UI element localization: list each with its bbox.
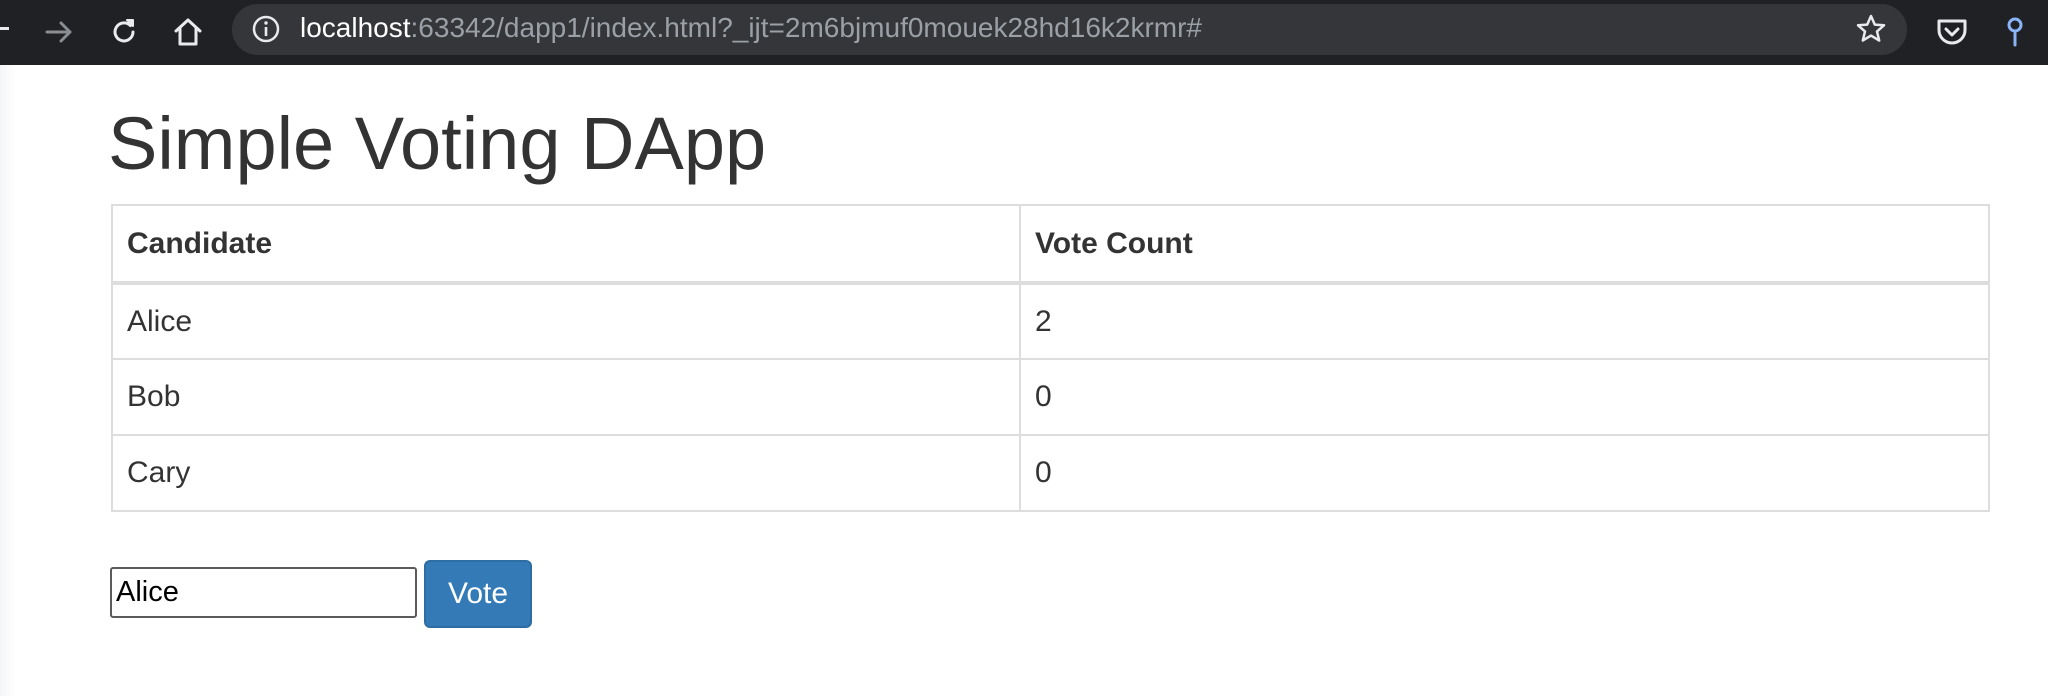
table-row: Cary 0 bbox=[111, 434, 1990, 512]
candidate-input[interactable] bbox=[110, 567, 417, 618]
pocket-icon[interactable] bbox=[1930, 10, 1974, 54]
candidate-name: Cary bbox=[111, 434, 1021, 512]
vote-count: 0 bbox=[1019, 434, 1990, 512]
candidate-name: Alice bbox=[111, 282, 1021, 360]
candidates-table: Candidate Vote Count Alice 2 Bob 0 Cary … bbox=[111, 204, 1990, 512]
back-icon[interactable] bbox=[0, 27, 9, 30]
forward-icon[interactable] bbox=[37, 10, 81, 54]
browser-toolbar: localhost:63342/dapp1/index.html?_ijt=2m… bbox=[0, 0, 2048, 65]
bookmark-star-icon[interactable] bbox=[1849, 7, 1893, 51]
page-title: Simple Voting DApp bbox=[108, 102, 767, 185]
vote-button[interactable]: Vote bbox=[424, 560, 532, 628]
page-edge-shadow bbox=[0, 65, 16, 696]
table-row: Alice 2 bbox=[111, 282, 1990, 360]
url-text[interactable]: localhost:63342/dapp1/index.html?_ijt=2m… bbox=[300, 10, 1202, 46]
column-header-candidate: Candidate bbox=[111, 204, 1021, 285]
table-header-row: Candidate Vote Count bbox=[111, 204, 1990, 285]
home-icon[interactable] bbox=[166, 10, 210, 54]
reload-icon[interactable] bbox=[102, 10, 146, 54]
column-header-vote-count: Vote Count bbox=[1019, 204, 1990, 285]
page-content: Simple Voting DApp Candidate Vote Count … bbox=[0, 65, 2048, 696]
vote-count: 0 bbox=[1019, 358, 1990, 436]
key-icon[interactable] bbox=[1993, 10, 2037, 54]
vote-count: 2 bbox=[1019, 282, 1990, 360]
info-icon[interactable] bbox=[244, 7, 288, 51]
url-path: :63342/dapp1/index.html?_ijt=2m6bjmuf0mo… bbox=[410, 12, 1203, 43]
table-row: Bob 0 bbox=[111, 358, 1990, 436]
url-host: localhost bbox=[300, 12, 411, 43]
candidate-name: Bob bbox=[111, 358, 1021, 436]
